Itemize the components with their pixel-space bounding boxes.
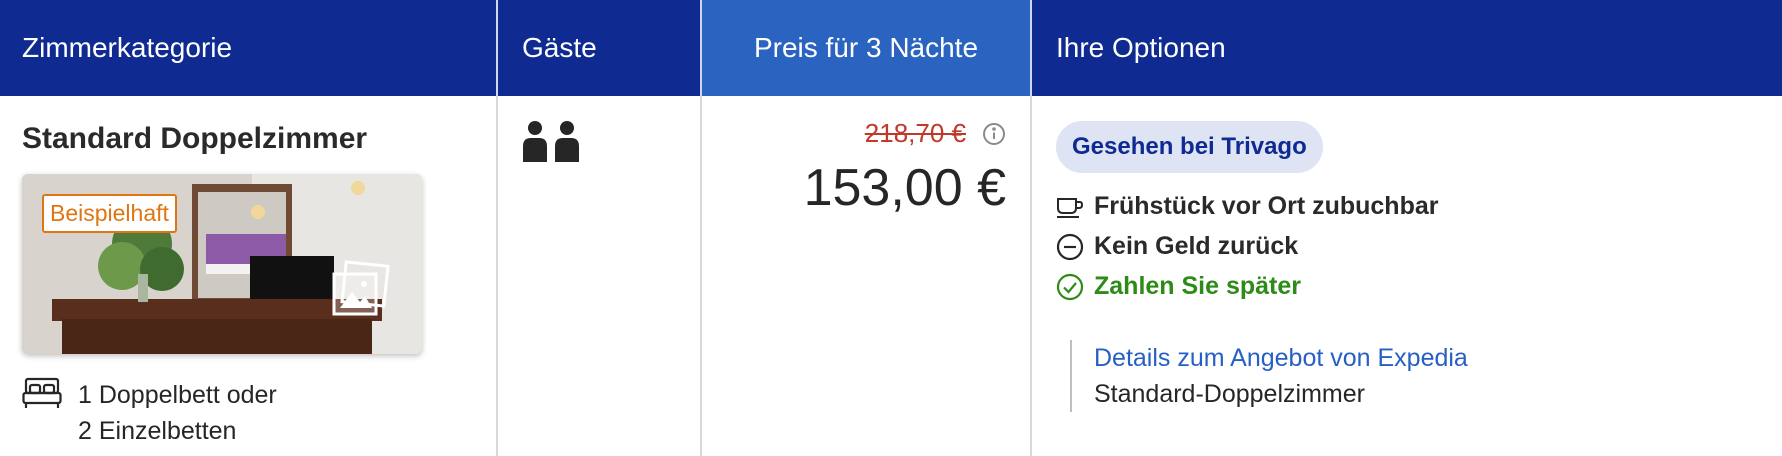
- option-breakfast: Frühstück vor Ort zubuchbar: [1056, 192, 1438, 221]
- option-label: Kein Geld zurück: [1094, 232, 1299, 260]
- example-photo-badge: Beispielhaft: [42, 194, 177, 233]
- room-photo[interactable]: Beispielhaft: [22, 174, 422, 354]
- room-title[interactable]: Standard Doppelzimmer: [22, 122, 367, 156]
- room-offer-table: Zimmerkategorie Gäste Preis für 3 Nächte…: [0, 0, 1782, 456]
- check-circle-icon: [1056, 273, 1084, 300]
- bed-line: 2 Einzelbetten: [78, 417, 237, 445]
- bed-icon: [22, 376, 62, 415]
- header-divider: [496, 0, 498, 96]
- offer-room-name: Standard-Doppelzimmer: [1094, 380, 1365, 408]
- header-divider: [700, 0, 702, 96]
- coffee-cup-icon: [1057, 197, 1084, 218]
- seen-at-trivago-badge: Gesehen bei Trivago: [1056, 121, 1323, 173]
- minus-circle-icon: [1056, 233, 1084, 260]
- bed-line: 1 Doppelbett oder: [78, 381, 277, 409]
- offer-details-link[interactable]: Details zum Angebot von Expedia: [1094, 340, 1468, 376]
- header-divider: [1030, 0, 1032, 96]
- option-label: Frühstück vor Ort zubuchbar: [1094, 192, 1439, 220]
- offer-details: Details zum Angebot von Expedia Standard…: [1070, 340, 1468, 412]
- bed-description: 1 Doppelbett oder 2 Einzelbetten: [78, 377, 277, 449]
- header-room-category: Zimmerkategorie: [0, 0, 496, 96]
- old-price: 218,70 €: [864, 118, 966, 148]
- two-persons-icon: [522, 120, 582, 167]
- header-options: Ihre Optionen: [1032, 0, 1782, 96]
- option-no-refund: Kein Geld zurück: [1056, 232, 1298, 261]
- option-label: Zahlen Sie später: [1094, 272, 1302, 300]
- info-icon[interactable]: [982, 122, 1006, 151]
- option-pay-later: Zahlen Sie später: [1056, 272, 1301, 301]
- header-guests: Gäste: [498, 0, 700, 96]
- photo-gallery-icon[interactable]: [330, 260, 392, 325]
- header-price[interactable]: Preis für 3 Nächte: [702, 0, 1030, 96]
- current-price: 153,00 €: [803, 159, 1006, 217]
